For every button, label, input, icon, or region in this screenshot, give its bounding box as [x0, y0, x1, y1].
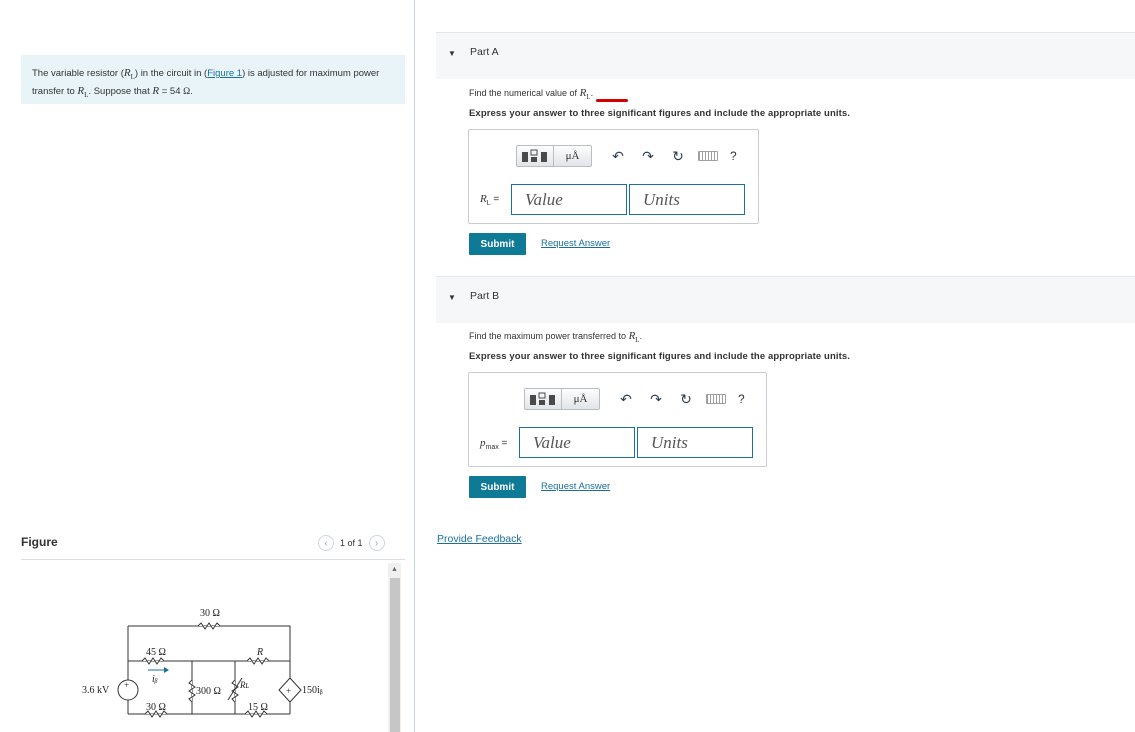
part-b-submit-button[interactable]: Submit — [469, 476, 526, 498]
label-15: 15 Ω — [248, 702, 268, 713]
templates-icon — [530, 392, 555, 405]
part-a-header[interactable]: ▼ Part A — [436, 33, 1135, 79]
column-divider — [414, 0, 415, 732]
part-b-request-answer-link[interactable]: Request Answer — [541, 481, 610, 492]
figure-heading: Figure — [21, 535, 58, 549]
part-a-request-answer-link[interactable]: Request Answer — [541, 238, 610, 249]
undo-icon[interactable]: ↶ — [614, 388, 638, 410]
scroll-up-icon[interactable]: ▲ — [388, 563, 401, 576]
part-a-field-label: RL = — [480, 193, 500, 207]
part-b-units-input[interactable]: Units — [637, 427, 753, 458]
part-b-field-label: pmax = — [480, 437, 508, 451]
part-b-header[interactable]: ▼ Part B — [436, 277, 1135, 323]
chevron-left-icon: ‹ — [324, 537, 328, 549]
part-a-toolbar: μÅ ↶ ↷ ↻ ? — [516, 145, 737, 167]
reset-icon[interactable]: ↻ — [666, 145, 690, 167]
circuit-diagram: + + 30 Ω 45 Ω R 3.6 kV iᵦ 300 Ω Rʟ 150iᵦ… — [82, 608, 323, 718]
part-a-units-input[interactable]: Units — [629, 184, 745, 215]
problem-text: The variable resistor ( — [32, 68, 124, 79]
label-ib: iᵦ — [152, 674, 158, 685]
keyboard-icon[interactable] — [698, 151, 718, 161]
part-a-value-input[interactable]: Value — [511, 184, 627, 215]
pager-text: 1 of 1 — [340, 538, 363, 548]
svg-text:+: + — [124, 680, 129, 690]
problem-text: = 54 — [159, 86, 184, 98]
spellcheck-underline — [596, 99, 628, 102]
label-45: 45 Ω — [146, 647, 166, 658]
redo-icon[interactable]: ↷ — [636, 145, 660, 167]
prompt-var: RL — [579, 87, 591, 102]
part-a-prompt: Find the numerical value of RL. — [469, 87, 594, 102]
label-30-bottom: 30 Ω — [146, 702, 166, 713]
var-rl: RL — [123, 67, 135, 82]
problem-statement: The variable resistor (RL) in the circui… — [21, 55, 405, 104]
var-rl: RL — [77, 85, 89, 100]
units-symbol-button[interactable]: μÅ — [562, 388, 600, 410]
templates-button[interactable] — [524, 388, 562, 410]
provide-feedback-link[interactable]: Provide Feedback — [437, 533, 522, 545]
caret-down-icon: ▼ — [448, 293, 456, 302]
chevron-right-icon: › — [374, 537, 379, 549]
keyboard-icon[interactable] — [706, 394, 726, 404]
caret-down-icon: ▼ — [448, 49, 456, 58]
help-icon[interactable]: ? — [738, 392, 745, 406]
next-figure-button[interactable]: › — [368, 535, 385, 551]
dep-source-polarity: + — [286, 686, 291, 696]
part-a-title: Part A — [470, 46, 499, 58]
part-b-instruction: Express your answer to three significant… — [469, 351, 850, 362]
figure-pager: ‹ 1 of 1 › — [318, 535, 385, 551]
label-rl: Rʟ — [239, 680, 249, 690]
undo-icon[interactable]: ↶ — [606, 145, 630, 167]
scrollbar-thumb[interactable] — [390, 578, 400, 732]
figure-link[interactable]: Figure 1 — [207, 68, 242, 79]
part-b-value-input[interactable]: Value — [519, 427, 635, 458]
prev-figure-button[interactable]: ‹ — [318, 535, 334, 551]
help-icon[interactable]: ? — [730, 149, 737, 163]
figure-divider — [21, 559, 405, 560]
reset-icon[interactable]: ↻ — [674, 388, 698, 410]
problem-text: . — [190, 86, 193, 98]
part-a-submit-button[interactable]: Submit — [469, 233, 526, 255]
part-b-toolbar: μÅ ↶ ↷ ↻ ? — [524, 388, 745, 410]
prompt-var: RL — [628, 330, 640, 345]
label-source: 3.6 kV — [82, 685, 110, 696]
label-dep-source: 150iᵦ — [302, 685, 323, 696]
part-a-instruction: Express your answer to three significant… — [469, 108, 850, 119]
problem-text: . Suppose that — [88, 86, 153, 98]
label-300: 300 Ω — [196, 686, 221, 697]
templates-icon — [522, 149, 547, 162]
label-30-top: 30 Ω — [200, 608, 220, 619]
part-b-title: Part B — [470, 290, 500, 302]
templates-button[interactable] — [516, 145, 554, 167]
redo-icon[interactable]: ↷ — [644, 388, 668, 410]
problem-text: ) in the circuit in ( — [134, 68, 208, 79]
label-r: R — [256, 647, 263, 658]
part-b-prompt: Find the maximum power transferred to RL… — [469, 330, 643, 345]
units-symbol-button[interactable]: μÅ — [554, 145, 592, 167]
